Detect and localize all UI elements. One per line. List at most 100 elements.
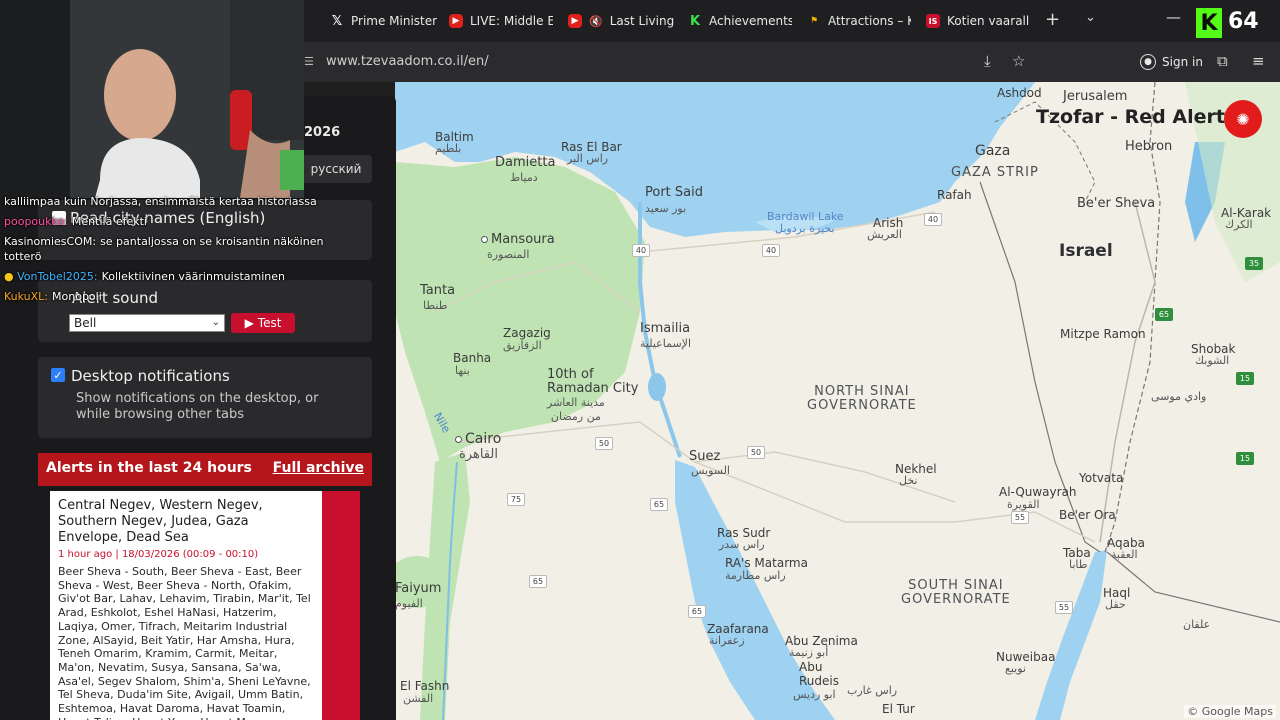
- tab-last-living[interactable]: ▶ 🔇 Last Living: [568, 8, 674, 34]
- map-label-cairo: Cairo: [455, 432, 501, 446]
- map-label-alqan-ar: علقان: [1183, 618, 1211, 631]
- alerts-header-bar: Alerts in the last 24 hours Full archive: [38, 453, 372, 486]
- chat-text: kalliimpaa kuin Norjassa, ensimmäistä ke…: [4, 195, 317, 208]
- road-shield: 40: [632, 244, 650, 257]
- road-shield: 40: [762, 244, 780, 257]
- map-label-suez-ar: السويس: [691, 464, 730, 477]
- chat-message: poopoukko: Mentilä efekti: [4, 215, 147, 228]
- chat-text: totterö: [4, 250, 42, 263]
- map-label-port-said: Port Said: [645, 185, 703, 200]
- alert-time: 1 hour ago | 18/03/2026 (00:09 - 00:10): [58, 549, 259, 560]
- kick-icon: K: [689, 13, 701, 29]
- tab-list-chevron-icon[interactable]: ⌄: [1085, 10, 1096, 25]
- road-shield: 15: [1236, 452, 1254, 465]
- install-app-icon[interactable]: ⤓: [984, 52, 991, 70]
- alert-sound-select[interactable]: Bell ⌄: [69, 314, 225, 332]
- tab-prime-minister[interactable]: 𝕏 Prime Minister: [330, 8, 442, 34]
- chat-username[interactable]: KasinomiesCOM:: [4, 235, 96, 248]
- map-label-faiyum-ar: الفيوم: [395, 597, 423, 610]
- map-label-mitzpe-ramon: Mitzpe Ramon: [1060, 327, 1146, 341]
- bookmark-star-icon[interactable]: ☆: [1012, 52, 1025, 70]
- map-label-rafah: Rafah: [937, 188, 972, 202]
- road-shield: 55: [1011, 511, 1029, 524]
- desktop-notifications-desc: Show notifications on the desktop, or wh…: [76, 391, 319, 422]
- map-label-zagazig: Zagazig: [503, 326, 551, 340]
- alert-card-red-strip: [322, 491, 360, 720]
- flag-icon: ⚑: [809, 16, 819, 26]
- x-logo-icon: 𝕏: [331, 13, 343, 29]
- minimize-button[interactable]: —: [1166, 8, 1181, 26]
- map-label-al-quwayrah-ar: القويرة: [1007, 498, 1040, 511]
- tab-label: Kotien vaarallis: [947, 14, 1030, 28]
- chat-username[interactable]: poopoukko:: [4, 215, 68, 228]
- test-sound-button[interactable]: ▶ Test: [231, 313, 295, 333]
- chat-message: KukuXL: Monopoli: [4, 290, 102, 303]
- tab-live-middle-east[interactable]: ▶ LIVE: Middle Ea: [449, 8, 553, 34]
- map-label-ramadan-city: 10th of Ramadan City: [547, 367, 639, 396]
- play-icon: ▶: [244, 316, 254, 330]
- language-button-russian[interactable]: русский: [300, 155, 372, 183]
- alert-cities: Beer Sheva - South, Beer Sheva - East, B…: [58, 565, 311, 720]
- desktop-notifications-title: Desktop notifications: [71, 367, 230, 385]
- map-label-gaza: Gaza: [975, 143, 1011, 159]
- tab-achievements[interactable]: K Achievements -: [688, 8, 792, 34]
- kick-logo: K: [1196, 8, 1222, 38]
- map-label-aqaba-ar: العقبة: [1111, 548, 1138, 561]
- road-shield: 75: [507, 493, 525, 506]
- extensions-icon[interactable]: ⧉: [1217, 52, 1228, 70]
- map-label-faiyum: Faiyum: [395, 581, 442, 596]
- map-label-ras-el-bar-ar: راس البر: [567, 152, 609, 165]
- map-label-beer-sheva: Be'er Sheva: [1077, 196, 1156, 211]
- site-brand-title: Tzofar - Red Alert: [1036, 106, 1225, 128]
- sign-in-label: Sign in: [1162, 55, 1203, 69]
- map-label-shobak-ar: الشوبك: [1195, 354, 1230, 367]
- road-shield: 40: [924, 213, 942, 226]
- site-settings-icon[interactable]: ☰: [304, 55, 314, 68]
- map-label-ismailia-ar: الإسماعيلية: [640, 337, 691, 350]
- youtube-icon: ▶: [449, 14, 463, 28]
- gulf-of-aqaba: [1035, 550, 1107, 720]
- chat-username[interactable]: VonTobel2025:: [17, 270, 97, 283]
- road-shield: 65: [1155, 308, 1173, 321]
- map-label-ramadan-city-ar: مدينة العاشر من رمضان: [547, 396, 605, 423]
- chat-message: ● VonTobel2025: Kollektiivinen väärinmuis…: [4, 270, 285, 283]
- map-label-banha-ar: بنها: [455, 364, 470, 377]
- full-archive-link[interactable]: Full archive: [273, 460, 364, 476]
- map-label-nekhel-ar: نخل: [899, 474, 918, 487]
- tab-label: Attractions – Ku: [828, 14, 911, 28]
- map-label-mansoura: Mansoura: [481, 233, 555, 247]
- new-tab-button[interactable]: +: [1045, 9, 1060, 30]
- road-shield: 15: [1236, 372, 1254, 385]
- alert-card[interactable]: Central Negev, Western Negev, Southern N…: [50, 491, 322, 720]
- tab-label: Prime Minister: [351, 14, 438, 28]
- tab-label: Achievements -: [709, 14, 792, 28]
- chat-username[interactable]: KukuXL:: [4, 290, 48, 303]
- screen: 𝕏 Prime Minister ▶ LIVE: Middle Ea ▶ 🔇 L…: [0, 0, 1280, 720]
- viewer-count: 64: [1228, 9, 1259, 34]
- menu-icon[interactable]: ≡: [1252, 52, 1265, 70]
- map-label-ras-matarma: RA's Matarma: [725, 556, 808, 570]
- tab-attractions[interactable]: ⚑ Attractions – Ku: [807, 8, 911, 34]
- map-label-cairo-ar: القاهرة: [459, 447, 498, 462]
- speaker-muted-icon[interactable]: 🔇: [589, 15, 603, 28]
- map-label-taba-ar: طابا: [1069, 558, 1088, 571]
- chat-message: totterö: [4, 250, 41, 263]
- map-label-abu-zenima-ar: أبو زنيمة: [789, 646, 829, 659]
- map-attribution: © Google Maps: [1184, 705, 1276, 718]
- desktop-notifications-checkbox[interactable]: ✓: [51, 368, 65, 382]
- map-label-port-said-ar: بور سعيد: [645, 202, 687, 215]
- chat-message: KasinomiesCOM: se pantaljossa on se krois…: [4, 235, 323, 248]
- map-label-ras-matarma-ar: راس مطارمة: [725, 569, 786, 582]
- map-label-ras-sudr-ar: راس سدر: [719, 538, 765, 551]
- road-shield: 35: [1245, 257, 1263, 270]
- map-label-abu-rudeis: Abu Rudeis: [799, 660, 839, 688]
- road-shield: 65: [688, 605, 706, 618]
- sign-in-button[interactable]: ● Sign in: [1140, 51, 1203, 73]
- map-view[interactable]: 40 40 40 50 50 55 55 65 65 75 65 40 15 1…: [395, 82, 1280, 720]
- url-field[interactable]: www.tzevaadom.co.il/en/: [326, 54, 489, 69]
- chat-text: Mentilä efekti: [71, 215, 147, 228]
- map-label-el-fashn-ar: الفشن: [403, 692, 434, 705]
- road-shield: 50: [747, 446, 765, 459]
- red-alert-logo-icon: ✺: [1224, 100, 1262, 138]
- tab-kotien-vaarallis[interactable]: IS Kotien vaarallis: [926, 8, 1030, 34]
